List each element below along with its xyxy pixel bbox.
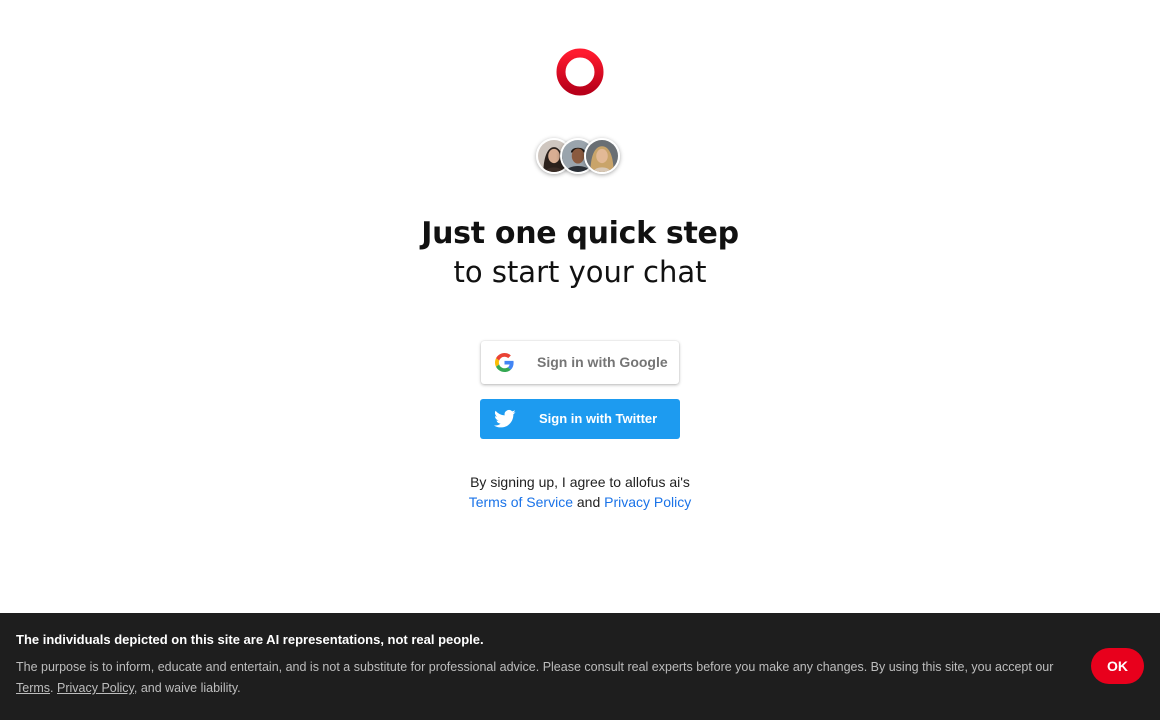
terms-and: and (576, 494, 601, 510)
twitter-signin-label: Sign in with Twitter (539, 411, 658, 426)
disclaimer-title: The individuals depicted on this site ar… (16, 632, 484, 647)
avatar-group (536, 136, 626, 176)
headline-subtitle: to start your chat (453, 255, 707, 289)
google-icon (495, 353, 514, 372)
disclaimer-body: The purpose is to inform, educate and en… (16, 660, 1054, 674)
avatar (584, 138, 620, 174)
disclaimer-terms-link[interactable]: Terms (16, 681, 50, 695)
terms-prefix: By signing up, I agree to allofus ai's (470, 474, 690, 490)
headline-title: Just one quick step (421, 216, 739, 251)
disclaimer-separator: . (50, 681, 54, 695)
google-signin-button[interactable]: Sign in with Google (481, 341, 679, 384)
disclaimer-privacy-link[interactable]: Privacy Policy (57, 681, 134, 695)
terms-notice: By signing up, I agree to allofus ai's T… (0, 472, 1160, 512)
brand-logo-icon (556, 48, 604, 96)
twitter-bird-icon (494, 409, 516, 428)
ok-button[interactable]: OK (1091, 648, 1144, 684)
disclaimer-text: The purpose is to inform, educate and en… (16, 657, 1056, 699)
disclaimer-suffix: , and waive liability. (133, 681, 241, 695)
terms-of-service-link[interactable]: Terms of Service (469, 494, 573, 510)
disclaimer-bar: The individuals depicted on this site ar… (0, 613, 1160, 720)
google-signin-label: Sign in with Google (537, 354, 668, 370)
twitter-signin-button[interactable]: Sign in with Twitter (480, 399, 680, 439)
headline: Just one quick step to start your chat (0, 214, 1160, 290)
privacy-policy-link[interactable]: Privacy Policy (604, 494, 691, 510)
